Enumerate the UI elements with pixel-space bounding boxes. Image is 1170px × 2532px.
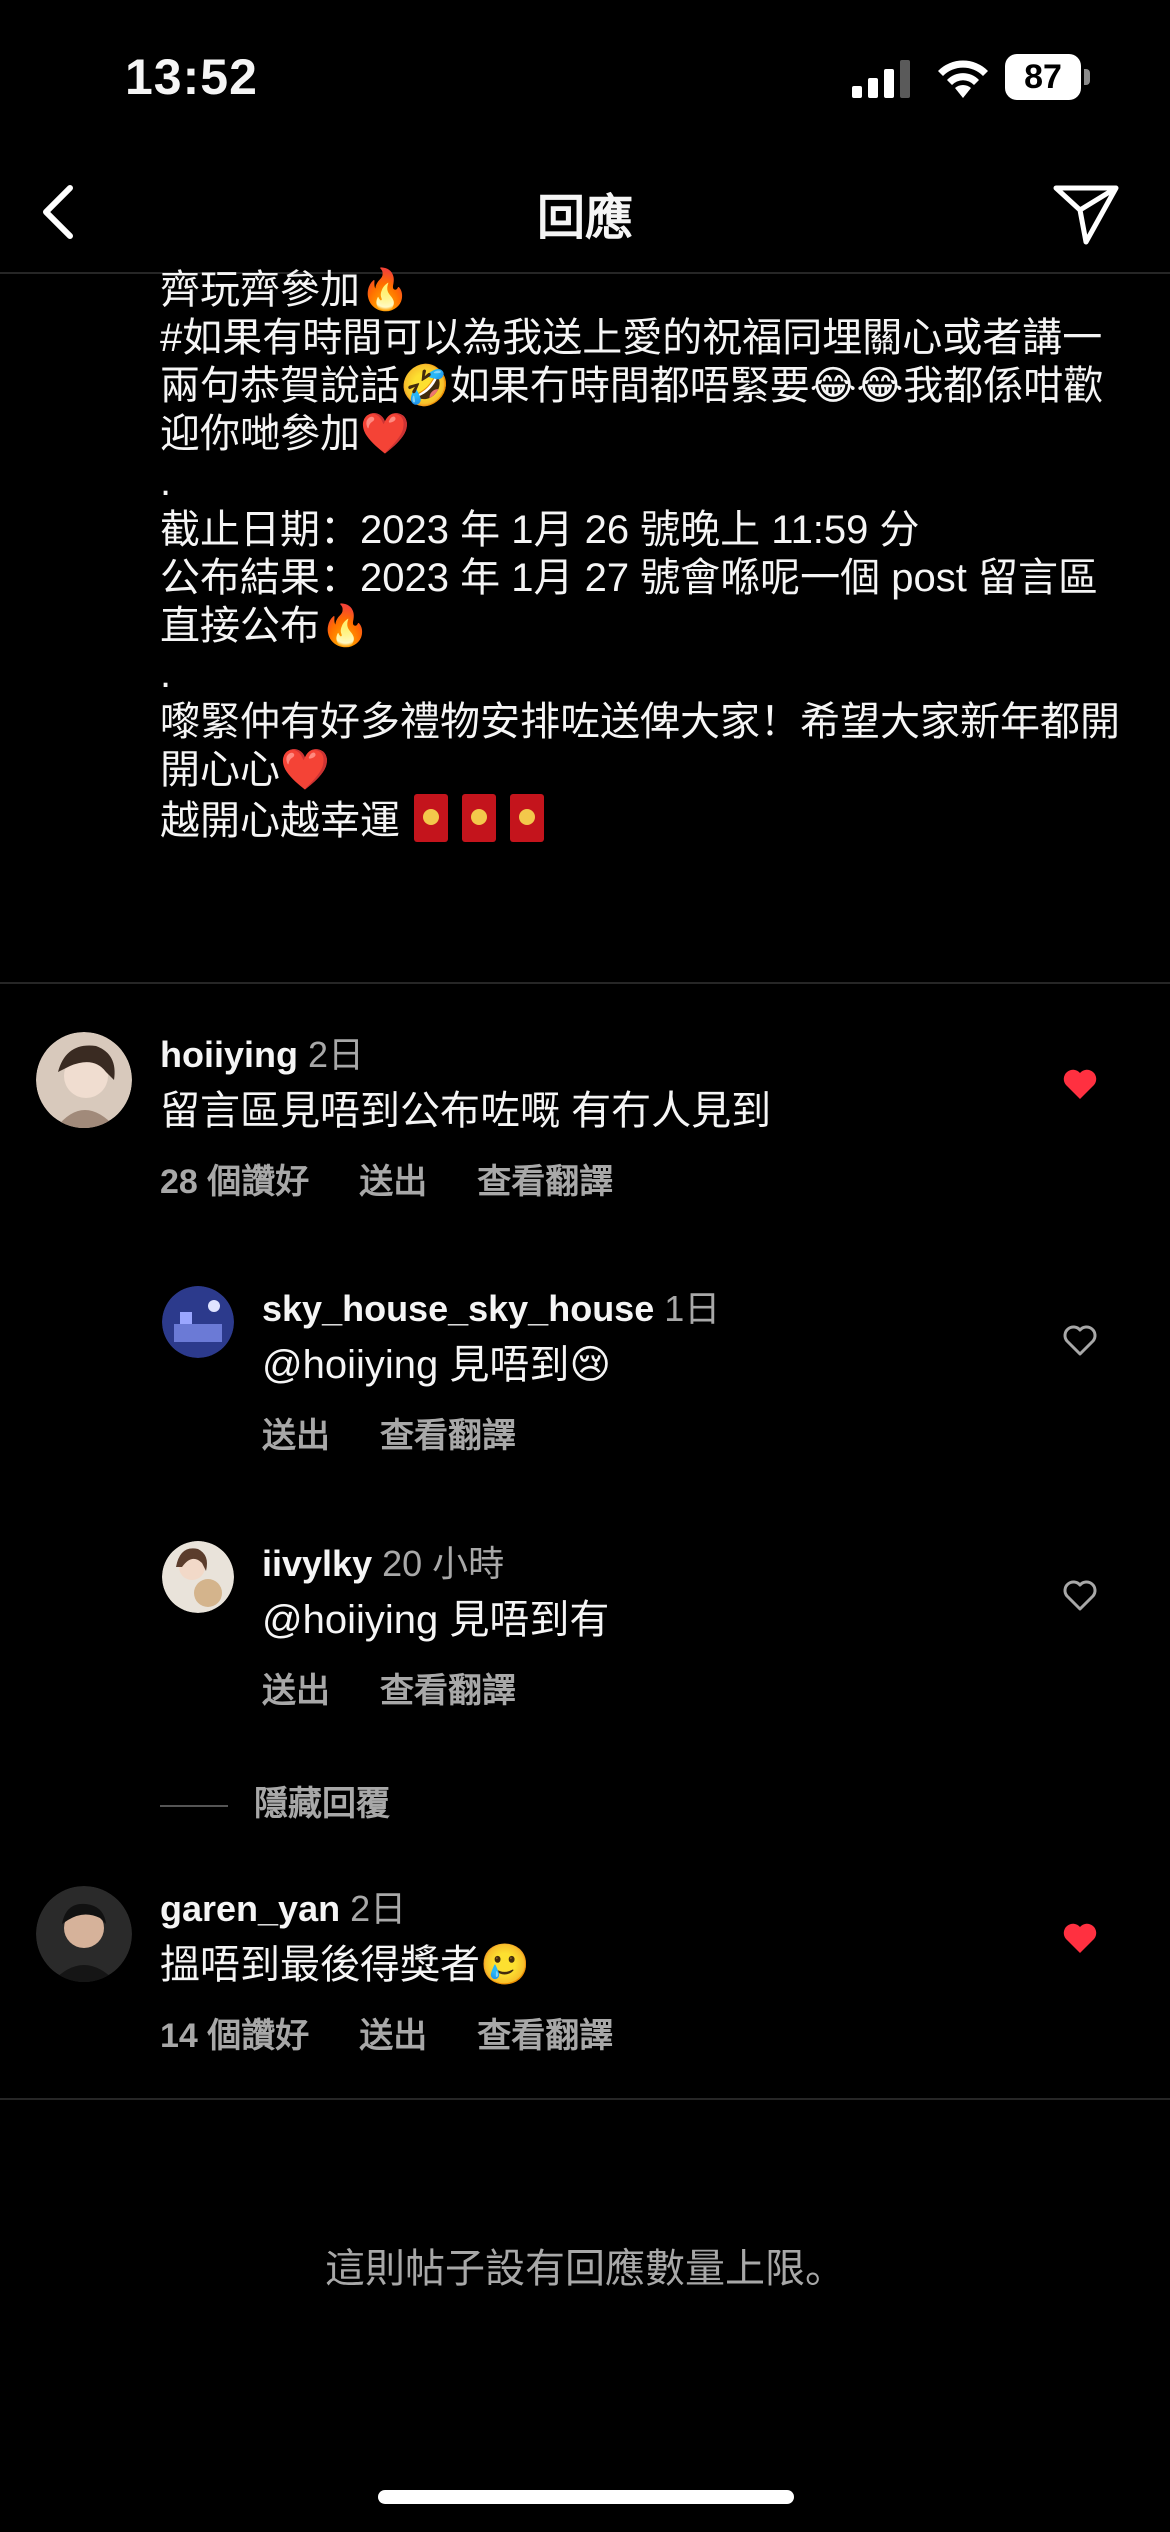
like-count[interactable]: 28 個讚好 <box>160 1163 309 1201</box>
avatar[interactable] <box>36 1032 132 1128</box>
comment-username[interactable]: hoiiying <box>160 1034 298 1075</box>
comment-header: hoiiying 2日 <box>160 1026 364 1078</box>
caption-line: . <box>160 460 172 504</box>
comment-header: garen_yan 2日 <box>160 1880 406 1932</box>
wifi-icon <box>938 60 988 98</box>
translate-button[interactable]: 查看翻譯 <box>380 1417 516 1455</box>
reply-header: sky_house_sky_house 1日 <box>262 1280 720 1332</box>
hide-replies-button[interactable]: 隱藏回覆 <box>160 1776 390 1825</box>
comment-actions: 14 個讚好 送出 查看翻譯 <box>160 2008 663 2057</box>
paper-plane-icon[interactable] <box>1046 172 1126 252</box>
comments-end-divider <box>0 2098 1170 2100</box>
reply-limit-notice: 這則帖子設有回應數量上限。 <box>325 2247 845 2291</box>
battery-icon: 87 <box>1005 54 1091 102</box>
comment-time: 2日 <box>308 1034 365 1075</box>
reply-button[interactable]: 送出 <box>359 2017 427 2055</box>
translate-button[interactable]: 查看翻譯 <box>477 1163 613 1201</box>
heart-outline-icon[interactable] <box>1060 1320 1100 1360</box>
avatar[interactable] <box>36 1886 132 1982</box>
reply-username[interactable]: iivylky <box>262 1543 372 1584</box>
caption-line: 截止日期：2023 年 1月 26 號晚上 11:59 分 <box>160 508 920 552</box>
reply-text: @hoiiying 見唔到有 <box>262 1598 610 1642</box>
reply-time: 1日 <box>664 1288 721 1329</box>
cellular-signal-icon <box>852 60 910 98</box>
comment-time: 2日 <box>350 1888 407 1929</box>
caption-line: 嚟緊仲有好多禮物安排咗送俾大家！希望大家新年都開開心心❤️ <box>160 700 1120 792</box>
reply-button[interactable]: 送出 <box>262 1417 330 1455</box>
red-packet-icon <box>510 794 544 842</box>
hide-replies-line <box>160 1805 228 1808</box>
home-indicator[interactable] <box>378 2490 794 2504</box>
caption-line: #如果有時間可以為我送上愛的祝福同埋關心或者講一兩句恭賀說話🤣如果冇時間都唔緊要… <box>160 316 1104 456</box>
avatar[interactable] <box>162 1286 234 1358</box>
comment-actions: 28 個讚好 送出 查看翻譯 <box>160 1154 663 1203</box>
battery-tip <box>1084 69 1090 85</box>
avatar[interactable] <box>162 1541 234 1613</box>
page-title: 回應 <box>536 192 633 245</box>
caption-line: 越開心越幸運 <box>160 799 400 843</box>
translate-button[interactable]: 查看翻譯 <box>477 2017 613 2055</box>
caption-last-line: 越開心越幸運 <box>160 794 1120 845</box>
hide-replies-label: 隱藏回覆 <box>254 1785 390 1823</box>
reply-button[interactable]: 送出 <box>359 1163 427 1201</box>
red-packet-icon <box>414 794 448 842</box>
caption-line: 齊玩齊參加🔥 <box>160 268 410 312</box>
caption-line: 公布結果：2023 年 1月 27 號會喺呢一個 post 留言區直接公布🔥 <box>160 556 1099 648</box>
caption-line: . <box>160 652 172 696</box>
heart-icon[interactable] <box>1060 1918 1100 1958</box>
comment-text: 留言區見唔到公布咗嘅 有冇人見到 <box>160 1089 772 1133</box>
reply-time: 20 小時 <box>382 1543 505 1584</box>
reply-actions: 送出 查看翻譯 <box>262 1663 566 1712</box>
comment-username[interactable]: garen_yan <box>160 1888 340 1929</box>
nav-bar: 回應 <box>0 150 1170 274</box>
reply-button[interactable]: 送出 <box>262 1672 330 1710</box>
caption-divider <box>0 982 1170 984</box>
like-count[interactable]: 14 個讚好 <box>160 2017 309 2055</box>
translate-button[interactable]: 查看翻譯 <box>380 1672 516 1710</box>
reply-actions: 送出 查看翻譯 <box>262 1408 566 1457</box>
post-caption: 齊玩齊參加🔥 #如果有時間可以為我送上愛的祝福同埋關心或者講一兩句恭賀說話🤣如果… <box>160 266 1120 845</box>
reply-text: @hoiiying 見唔到😢 <box>262 1343 612 1387</box>
red-packet-icon <box>462 794 496 842</box>
battery-level: 87 <box>1005 54 1081 100</box>
reply-header: iivylky 20 小時 <box>262 1535 504 1587</box>
heart-outline-icon[interactable] <box>1060 1575 1100 1615</box>
reply-username[interactable]: sky_house_sky_house <box>262 1288 654 1329</box>
comment-text: 搵唔到最後得獎者🥲 <box>160 1943 530 1987</box>
status-bar: 13:52 87 <box>0 0 1170 150</box>
status-time: 13:52 <box>125 49 258 105</box>
heart-icon[interactable] <box>1060 1064 1100 1104</box>
